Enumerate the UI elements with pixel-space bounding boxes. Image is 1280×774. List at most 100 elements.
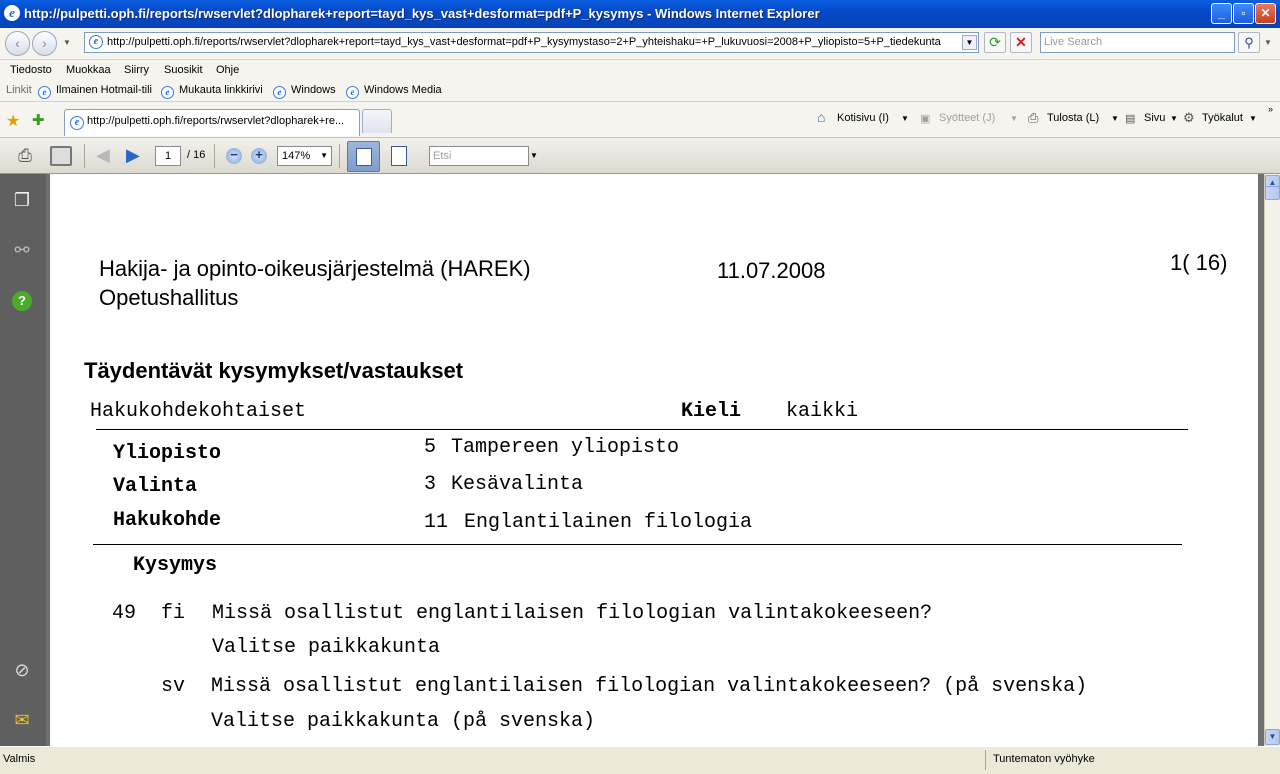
menu-tiedosto[interactable]: Tiedosto [10, 64, 52, 76]
stop-icon[interactable]: ✕ [1010, 32, 1032, 53]
paperclip-icon[interactable]: ⊘ [10, 658, 34, 682]
link-label: Windows [291, 84, 336, 96]
refresh-icon[interactable]: ⟳ [984, 32, 1006, 53]
pages-icon[interactable]: ❐ [10, 188, 34, 212]
tools-dropdown-icon[interactable]: ▼ [1249, 114, 1257, 123]
link-label: Mukauta linkkirivi [179, 84, 263, 96]
ie-page-icon: e [38, 86, 51, 99]
language-value: kaikki [786, 400, 859, 423]
toolbar-separator [84, 144, 85, 168]
favorites-star-icon[interactable]: ★ [6, 111, 20, 131]
search-options-icon[interactable]: ▼ [1264, 38, 1272, 47]
status-separator [985, 750, 986, 770]
ie-page-icon: e [161, 86, 174, 99]
pdf-print-icon[interactable]: ⎙ [14, 146, 36, 166]
comments-icon[interactable]: ✉ [10, 708, 34, 732]
menu-suosikit[interactable]: Suosikit [164, 64, 203, 76]
page-dropdown-icon[interactable]: ▼ [1170, 114, 1178, 123]
search-icon[interactable]: ⚲ [1238, 32, 1260, 53]
divider-line [93, 544, 1182, 545]
scroll-thumb[interactable] [1265, 186, 1280, 200]
zoom-out-icon[interactable]: − [226, 148, 242, 164]
report-heading: Täydentävät kysymykset/vastaukset [84, 358, 464, 383]
url-dropdown-icon[interactable]: ▼ [962, 35, 977, 50]
link-label: Windows Media [364, 84, 442, 96]
zoom-in-icon[interactable]: + [251, 148, 267, 164]
link-customize[interactable]: e Mukauta linkkirivi [161, 84, 263, 99]
history-dropdown-icon[interactable]: ▼ [63, 38, 71, 47]
forward-button[interactable]: › [32, 31, 57, 56]
find-input[interactable]: Etsi [429, 146, 529, 166]
ie-logo-icon: e [4, 5, 20, 21]
printer-icon[interactable]: ⎙ [1028, 110, 1038, 126]
find-placeholder: Etsi [433, 150, 452, 162]
tools-menu-button[interactable]: Työkalut [1202, 112, 1243, 124]
pdf-navigation-pane: ❐ ⚯ ? ⊘ ✉ [0, 174, 46, 746]
link-windows[interactable]: e Windows [273, 84, 336, 99]
add-favorite-icon[interactable]: ✚ [32, 111, 45, 129]
question-sv-subtext: Valitse paikkakunta (på svenska) [211, 710, 596, 733]
tab-active[interactable]: e http://pulpetti.oph.fi/reports/rwservl… [64, 109, 360, 136]
link-windows-media[interactable]: e Windows Media [346, 84, 442, 99]
print-button[interactable]: Tulosta (L) [1047, 112, 1099, 124]
question-sv-text: Missä osallistut englantilaisen filologi… [211, 675, 1088, 698]
home-icon[interactable]: ⌂ [817, 109, 825, 125]
gear-icon[interactable]: ⚙ [1183, 110, 1195, 126]
menu-bar: Tiedosto Muokkaa Siirry Suosikit Ohje [0, 60, 1280, 82]
menu-siirry[interactable]: Siirry [124, 64, 149, 76]
minimize-button[interactable]: _ [1211, 3, 1232, 24]
page-menu-icon[interactable]: ▤ [1125, 112, 1135, 125]
organization: Opetushallitus [99, 285, 239, 310]
page-number-input[interactable]: 1 [155, 146, 181, 166]
search-input[interactable]: Live Search [1040, 32, 1235, 53]
menu-muokkaa[interactable]: Muokkaa [66, 64, 111, 76]
ie-page-icon: e [273, 86, 286, 99]
selection-code: 3 [424, 473, 437, 496]
window-title: http://pulpetti.oph.fi/reports/rwservlet… [24, 6, 820, 21]
report-date: 11.07.2008 [717, 258, 826, 283]
chevron-more-icon[interactable]: » [1268, 104, 1273, 114]
page-menu-button[interactable]: Sivu [1144, 112, 1165, 124]
page-border-left [46, 174, 50, 746]
feeds-icon: ▣ [920, 113, 931, 125]
fit-page-icon[interactable] [391, 146, 407, 166]
feeds-dropdown-icon: ▼ [1010, 114, 1018, 123]
status-bar: Valmis Tuntematon vyöhyke [0, 746, 1280, 774]
close-window-button[interactable]: ✕ [1255, 3, 1276, 24]
home-dropdown-icon[interactable]: ▼ [901, 114, 909, 123]
home-button[interactable]: Kotisivu (I) [837, 112, 889, 124]
url-input[interactable]: e http://pulpetti.oph.fi/reports/rwservl… [84, 32, 979, 53]
maximize-button[interactable]: ▫ [1233, 3, 1254, 24]
zoom-select[interactable]: 147% ▼ [277, 146, 332, 166]
page-icon: e [70, 116, 84, 130]
page-indicator: 1( 16) [1170, 250, 1228, 275]
pdf-toolbar: ⎙ ◀ ▶ 1 / 16 − + 147% ▼ Etsi ▼ [0, 138, 1280, 174]
title-bar: e http://pulpetti.oph.fi/reports/rwservl… [0, 0, 1280, 28]
question-fi-subtext: Valitse paikkakunta [212, 636, 441, 659]
question-number: 49 [112, 602, 137, 625]
tab-label: http://pulpetti.oph.fi/reports/rwservlet… [87, 115, 345, 127]
new-tab-button[interactable] [362, 109, 392, 133]
pdf-document-page: Hakija- ja opinto-oikeusjärjestelmä (HAR… [46, 174, 1264, 746]
fit-width-button[interactable] [347, 141, 380, 172]
link-hotmail[interactable]: e Ilmainen Hotmail-tili [38, 84, 152, 99]
prev-page-icon[interactable]: ◀ [96, 145, 110, 166]
binoculars-icon[interactable]: ⚯ [10, 238, 34, 262]
menu-ohje[interactable]: Ohje [216, 64, 239, 76]
question-header: Kysymys [133, 554, 218, 577]
security-zone: Tuntematon vyöhyke [993, 753, 1095, 765]
vertical-scrollbar[interactable]: ▲ ▼ [1264, 174, 1280, 746]
toolbar-separator [339, 144, 340, 168]
find-dropdown-icon[interactable]: ▼ [530, 151, 538, 160]
next-page-icon[interactable]: ▶ [126, 145, 140, 166]
address-bar: ‹ › ▼ e http://pulpetti.oph.fi/reports/r… [0, 28, 1280, 60]
selection-value: Kesävalinta [451, 473, 584, 496]
university-code: 5 [424, 436, 437, 459]
pdf-save-icon[interactable] [50, 146, 72, 166]
links-label: Linkit [6, 84, 32, 96]
zoom-value: 147% [282, 150, 311, 162]
print-dropdown-icon[interactable]: ▼ [1111, 114, 1119, 123]
help-icon[interactable]: ? [10, 287, 34, 311]
back-button[interactable]: ‹ [5, 31, 30, 56]
scroll-down-arrow-icon[interactable]: ▼ [1265, 729, 1280, 745]
